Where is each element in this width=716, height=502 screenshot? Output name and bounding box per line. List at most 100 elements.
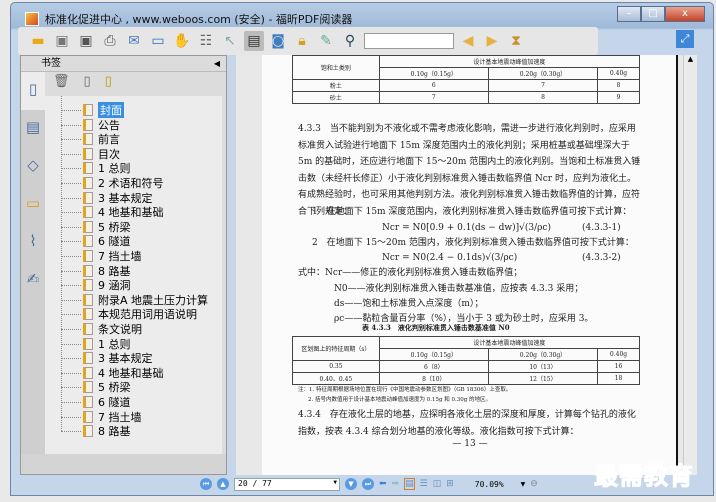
print-icon[interactable]: ⎙ [100, 31, 120, 51]
minimize-button[interactable]: – [617, 6, 641, 22]
bookmark-item[interactable]: 1 总则 [61, 337, 131, 351]
bookmark-item[interactable]: 4 地基和基础 [61, 366, 164, 380]
cell: 8（10） [378, 372, 489, 385]
bookmark-item[interactable]: 目次 [61, 147, 120, 161]
single-page-icon[interactable]: ▤ [404, 478, 415, 490]
expand-bookmark-icon[interactable]: ▯ [84, 74, 91, 96]
close-button[interactable]: x [665, 6, 705, 22]
bookmark-item[interactable]: 9 涵洞 [61, 278, 131, 293]
save-icon[interactable]: ▣ [52, 31, 72, 51]
bookmark-label: 7 挡土墙 [98, 250, 142, 263]
typewriter-icon[interactable]: ▤ [244, 31, 264, 51]
bookmark-label: 9 涵洞 [98, 279, 131, 293]
bookmark-label: 3 基本规定 [98, 352, 153, 366]
bookmark-label: 3 基本规定 [98, 191, 153, 205]
window-title: 标准化促进中心 , www.weboos.com (安全) - 福昕PDF阅读器 [45, 13, 353, 26]
dropdown-icon[interactable]: ▼ [333, 479, 337, 486]
bookmark-item[interactable]: 封面 [61, 102, 124, 118]
bookmark-label: 2 术语和符号 [98, 177, 164, 190]
clause-4-3-4: 4.3.4 存在液化土层的地基，应探明各液化土层的深度和厚度，计算每个钻孔的液化… [298, 410, 636, 437]
snapshot-icon[interactable]: ◙ [268, 31, 288, 51]
next-page-icon[interactable]: ▼ [345, 478, 357, 490]
bookmark-item[interactable]: 1 总则 [61, 161, 131, 175]
zoom-dropdown-icon[interactable]: ▼ [521, 481, 526, 488]
prev-page-icon[interactable]: ▲ [217, 478, 229, 490]
bookmark-item[interactable]: 公告 [61, 118, 120, 132]
table-header: 区划图上的特征周期（s） [292, 336, 380, 361]
bookmarks-tab-icon[interactable]: ▯ [21, 72, 45, 110]
bookmark-item[interactable]: 4 地基和基础 [61, 205, 164, 219]
bookmark-icon [83, 147, 93, 160]
panel-title: 书签 [41, 58, 61, 69]
pointer-icon[interactable]: ↖ [220, 31, 240, 51]
hand-tool-icon[interactable]: ✋ [172, 31, 192, 51]
bookmark-item[interactable]: 7 挡土墙 [61, 249, 142, 263]
attachments-tab-icon[interactable]: ⌇ [21, 224, 45, 262]
layers-tab-icon[interactable]: ◇ [21, 148, 45, 186]
bookmark-item[interactable]: 本规范用词用语说明 [61, 307, 197, 322]
continuous-icon[interactable]: ☰ [420, 479, 428, 489]
signatures-tab-icon[interactable]: ✍ [21, 262, 45, 300]
definition: 式中：Ncr——修正的液化判别标准贯入锤击数临界值； [298, 268, 523, 278]
pages-tab-icon[interactable]: ▤ [21, 110, 45, 148]
sign-icon[interactable]: ✎ [316, 31, 336, 51]
maximize-button[interactable]: □ [641, 6, 665, 22]
bookmark-item[interactable]: 6 隧道 [61, 234, 131, 248]
table-row: 0.40、0.45 8（10） 12（15） 18 [292, 372, 640, 385]
bookmarks-panel: 书签 ◀ ▯ ▤ ◇ ▭ ⌇ ✍ 🗑︎ ▯ ▯ 封面 公告 前言 目次 1 总则 2 术语和符号… [20, 55, 227, 475]
delete-bookmark-icon[interactable]: 🗑︎ [53, 74, 70, 96]
save-as-icon[interactable]: ▣ [76, 31, 96, 51]
security-icon[interactable]: 🔒︎ [292, 31, 312, 51]
bookmark-item[interactable]: 7 挡土墙 [61, 410, 142, 424]
bookmark-label: 本规范用词用语说明 [98, 308, 197, 322]
bookmark-item[interactable]: 前言 [61, 132, 120, 146]
tree-connector [61, 212, 81, 214]
open-folder-icon[interactable]: ▬ [28, 31, 48, 51]
find-icon[interactable]: ⚲ [340, 31, 360, 51]
bookmark-item[interactable]: 附录A 地震土压力计算 [61, 293, 208, 307]
prev-find-icon[interactable]: ◀ [458, 31, 478, 51]
bookmark-item[interactable]: 5 桥梁 [61, 220, 131, 234]
bookmark-item[interactable]: 5 桥梁 [61, 380, 131, 394]
facing-icon[interactable]: ◫ [433, 479, 442, 489]
bookmark-item[interactable]: 8 路基 [61, 424, 131, 438]
watermark: 最需教育 [594, 461, 694, 491]
bookmark-item[interactable]: 3 基本规定 [61, 191, 153, 205]
bookmark-item[interactable]: 6 隧道 [61, 395, 131, 409]
first-page-icon[interactable]: ⏮ [200, 478, 212, 490]
new-bookmark-icon[interactable]: ▯ [105, 74, 112, 96]
bookmark-item[interactable]: 3 基本规定 [61, 351, 153, 366]
cell: 6 [378, 79, 489, 92]
text-select-icon[interactable]: ☷ [196, 31, 216, 51]
fullscreen-display-icon[interactable]: ▭ [148, 31, 168, 51]
bookmark-icon [83, 191, 93, 204]
table-row: 0.35 6（8） 10（13） 16 [292, 360, 640, 373]
zoom-page-icon[interactable]: ⧗ [506, 31, 526, 51]
bookmark-tree: 封面 公告 前言 目次 1 总则 2 术语和符号 3 基本规定 4 地基和基础 5 桥梁 6 隧道… [45, 96, 222, 454]
page-footer: — 13 — [452, 439, 488, 449]
bookmark-item[interactable]: 2 术语和符号 [61, 176, 164, 190]
table-row: 砂土 7 8 9 [292, 91, 640, 104]
next-find-icon[interactable]: ▶ [482, 31, 502, 51]
expand-icon[interactable]: ⤢ [676, 30, 694, 48]
continuous-facing-icon[interactable]: ⊞ [446, 479, 454, 489]
back-icon[interactable]: ⬅ [379, 479, 387, 489]
page-number-input[interactable]: 20 / 77 ▼ [234, 477, 340, 491]
tree-connector [61, 226, 81, 228]
bookmark-label: 4 地基和基础 [98, 366, 164, 380]
comments-tab-icon[interactable]: ▭ [21, 186, 45, 224]
search-input[interactable] [364, 33, 454, 49]
pdf-page: 饱和土类别 设计基本地震动峰值加速度 0.10g（0.15g） 0.20g（0.30… [262, 55, 678, 475]
zoom-level[interactable]: 70.09% [475, 480, 504, 489]
email-icon[interactable]: ✉ [124, 31, 144, 51]
bookmark-item[interactable]: 8 路基 [61, 264, 131, 278]
bookmark-label: 1 总则 [98, 337, 131, 351]
bookmark-icon [83, 352, 93, 365]
collapse-panel-icon[interactable]: ◀ [214, 56, 220, 72]
vertical-scrollbar[interactable]: ▲ [683, 55, 697, 475]
cell: 0.40、0.45 [292, 372, 380, 385]
forward-icon[interactable]: ➡ [392, 479, 400, 489]
zoom-out-icon[interactable]: ⊖ [530, 479, 538, 489]
last-page-icon[interactable]: ⏭ [362, 478, 374, 490]
bookmark-item[interactable]: 条文说明 [61, 322, 142, 336]
